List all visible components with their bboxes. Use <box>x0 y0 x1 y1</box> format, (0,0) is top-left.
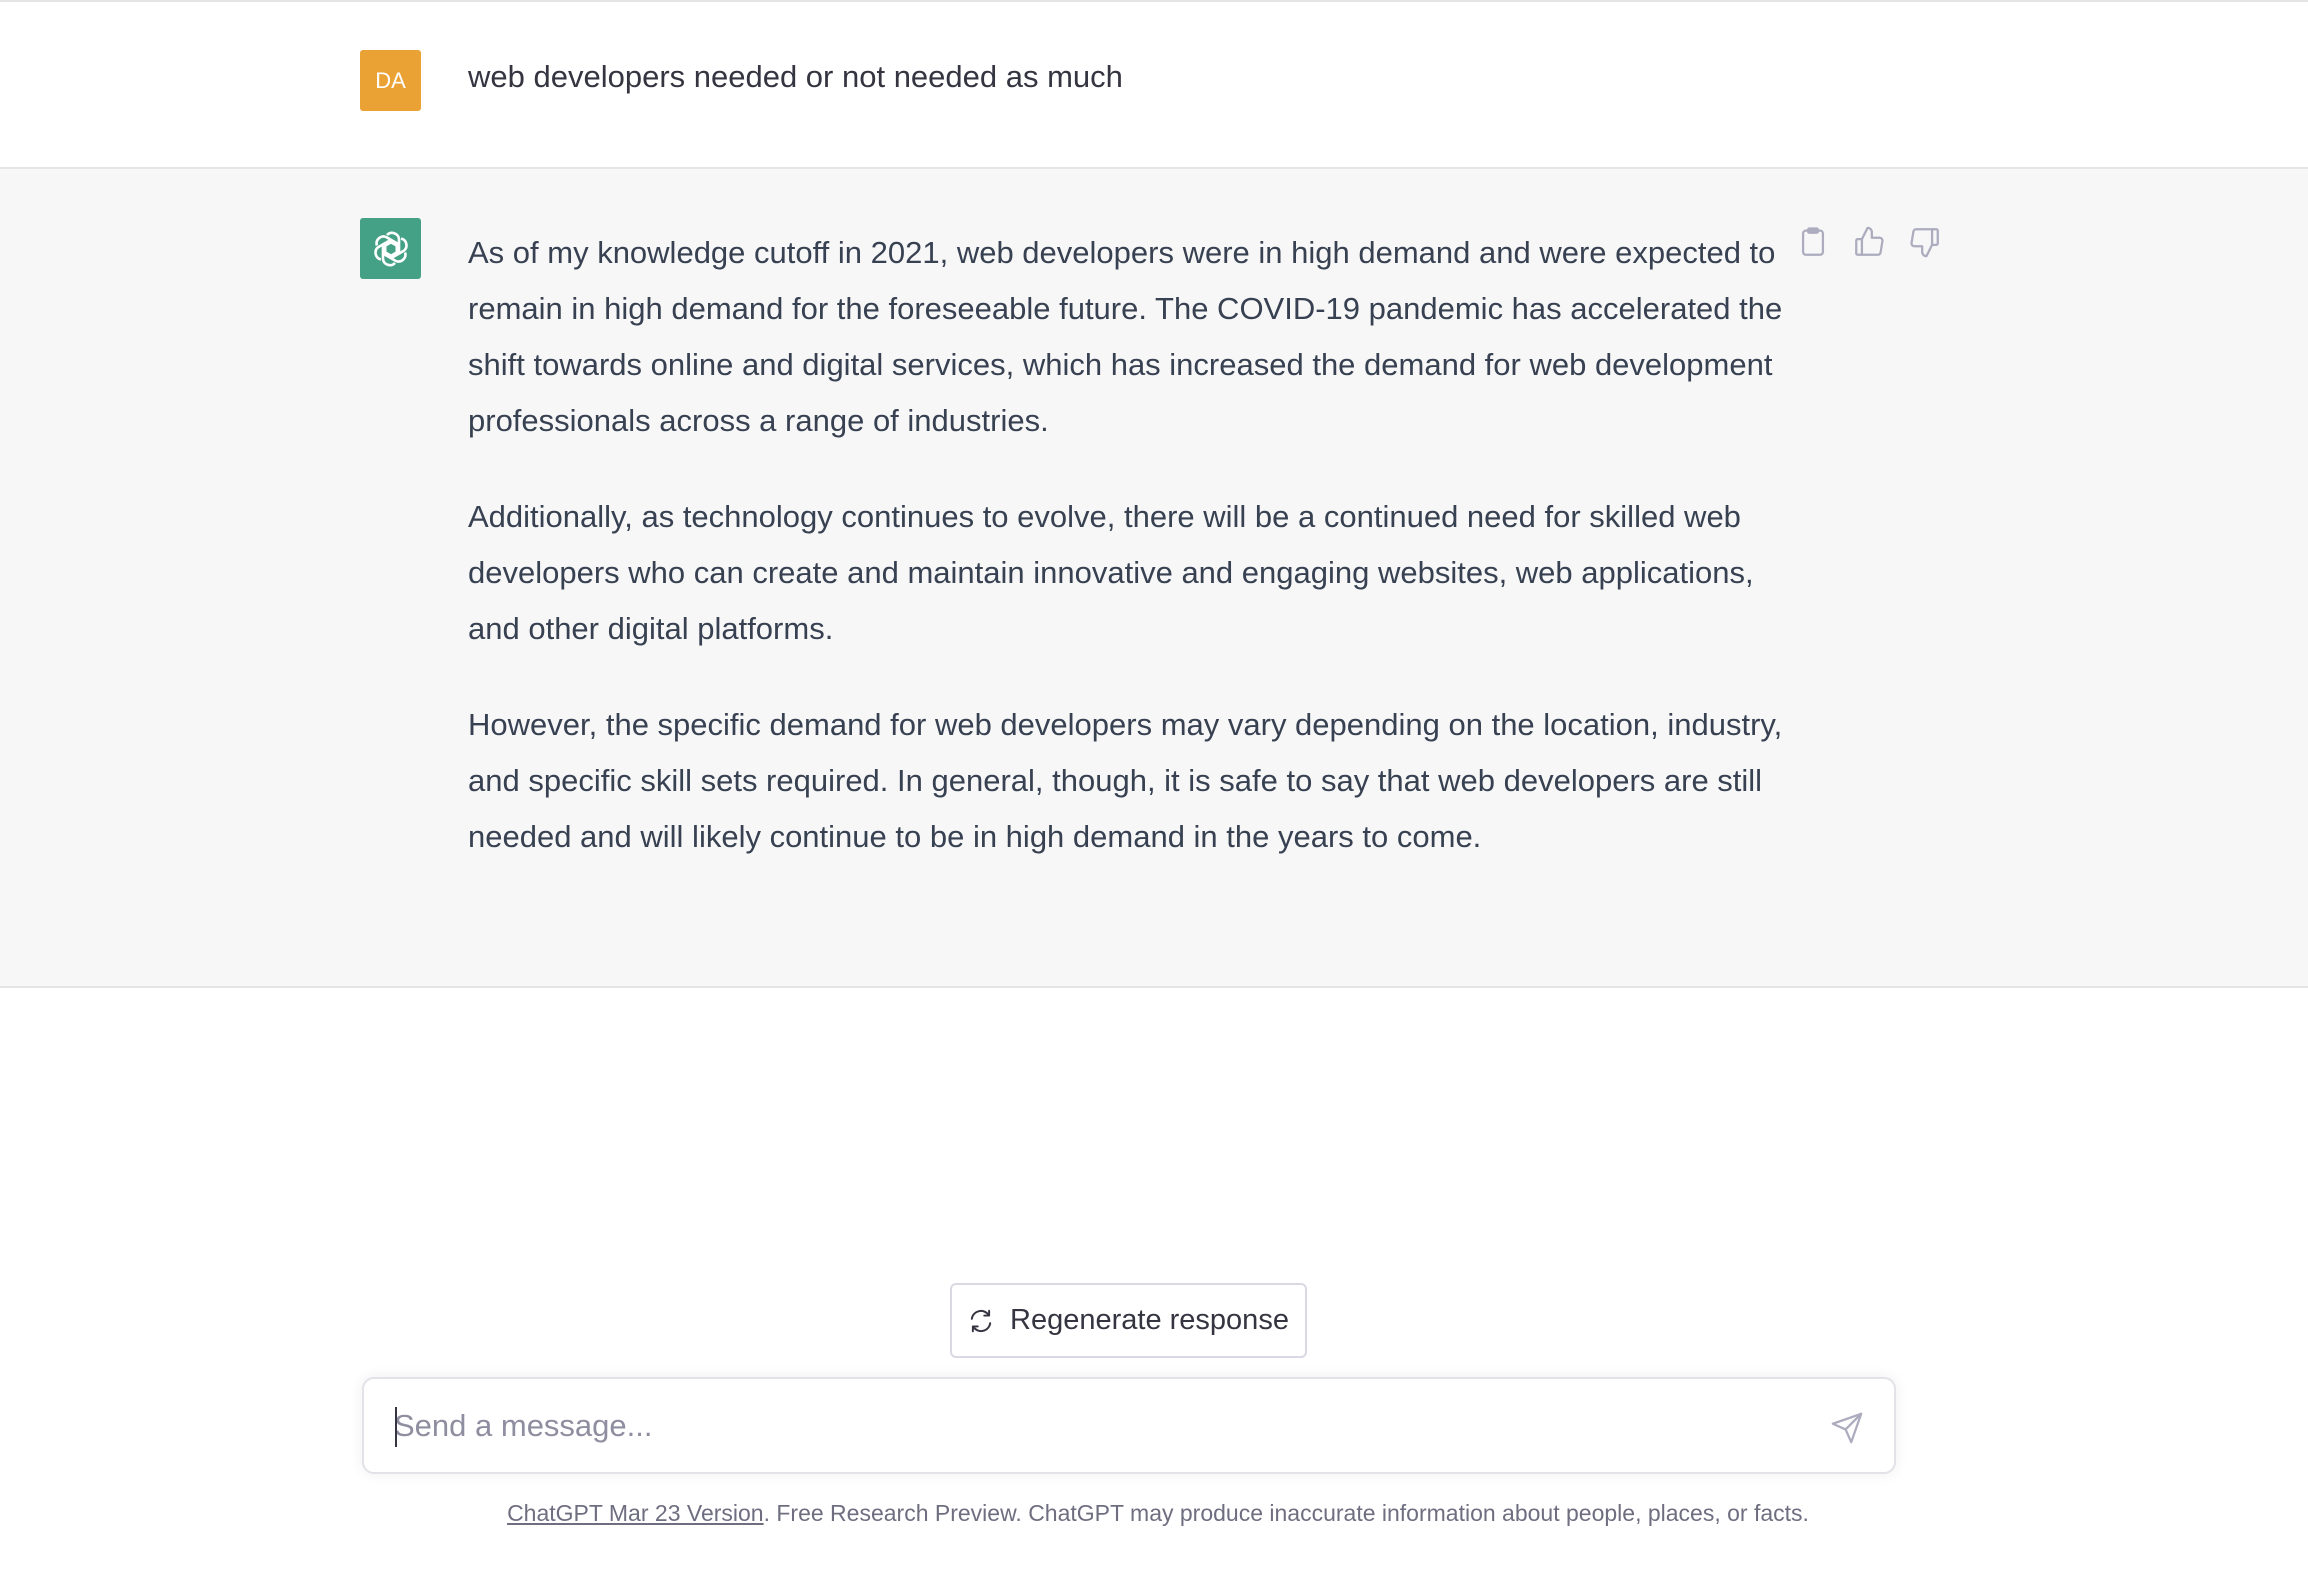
thumbs-up-icon[interactable] <box>1852 225 1886 259</box>
assistant-paragraph: Additionally, as technology continues to… <box>468 499 1754 646</box>
assistant-message-text: As of my knowledge cutoff in 2021, web d… <box>468 225 1788 905</box>
chat-page: DA web developers needed or not needed a… <box>0 0 2308 1579</box>
message-composer <box>362 1377 1896 1474</box>
assistant-avatar <box>360 218 421 279</box>
regenerate-response-label: Regenerate response <box>1010 1304 1289 1336</box>
openai-logo-icon <box>373 231 408 266</box>
user-avatar-initials: DA <box>375 67 406 93</box>
assistant-paragraph: However, the specific demand for web dev… <box>468 707 1783 854</box>
footer-text: . Free Research Preview. ChatGPT may pro… <box>763 1500 1809 1526</box>
footer-disclaimer: ChatGPT Mar 23 Version. Free Research Pr… <box>0 1500 2308 1527</box>
copy-icon[interactable] <box>1796 225 1830 259</box>
text-cursor <box>395 1407 397 1447</box>
message-actions <box>1796 225 1942 259</box>
user-message-text: web developers needed or not needed as m… <box>468 59 1123 94</box>
version-link[interactable]: ChatGPT Mar 23 Version <box>507 1500 764 1526</box>
regenerate-response-button[interactable]: Regenerate response <box>950 1283 1307 1358</box>
user-avatar: DA <box>360 50 421 111</box>
assistant-paragraph: As of my knowledge cutoff in 2021, web d… <box>468 235 1783 438</box>
message-input[interactable] <box>394 1399 1814 1453</box>
user-message-row: DA web developers needed or not needed a… <box>0 0 2308 169</box>
refresh-icon <box>970 1309 992 1332</box>
assistant-message-row: As of my knowledge cutoff in 2021, web d… <box>0 169 2308 988</box>
send-icon[interactable] <box>1830 1411 1864 1445</box>
thumbs-down-icon[interactable] <box>1908 225 1942 259</box>
